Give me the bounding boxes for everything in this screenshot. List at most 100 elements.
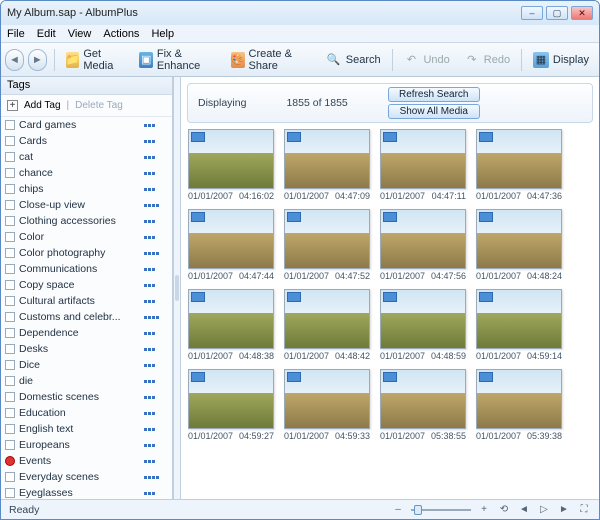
tag-checkbox[interactable] [5,312,15,322]
tag-list[interactable]: Card gamesCardscatchancechipsClose-up vi… [1,117,172,499]
thumbnail-image[interactable] [188,129,274,189]
tag-row[interactable]: Dependence [1,325,172,341]
tag-row[interactable]: Clothing accessories [1,213,172,229]
tag-checkbox[interactable] [5,168,15,178]
redo-button[interactable]: ↷ Redo [458,47,516,73]
fix-enhance-button[interactable]: ▣ Fix & Enhance [133,47,222,73]
tag-row[interactable]: Domestic scenes [1,389,172,405]
thumbnail-image[interactable] [188,369,274,429]
tag-row[interactable]: Card games [1,117,172,133]
tag-checkbox[interactable] [5,488,15,498]
tag-checkbox[interactable] [5,184,15,194]
tag-row[interactable]: Desks [1,341,172,357]
tag-checkbox[interactable] [5,440,15,450]
tag-row[interactable]: Cards [1,133,172,149]
menu-file[interactable]: File [7,28,25,40]
thumbnail-cell[interactable]: 01/01/200704:48:42 [283,289,371,365]
thumbnail-cell[interactable]: 01/01/200704:47:52 [283,209,371,285]
tag-checkbox[interactable] [5,136,15,146]
tag-checkbox[interactable] [5,392,15,402]
tag-row[interactable]: die [1,373,172,389]
thumbnail-cell[interactable]: 01/01/200704:48:24 [475,209,563,285]
sidebar-collapse-handle[interactable] [173,77,181,499]
thumbnail-image[interactable] [476,129,562,189]
thumbnail-image[interactable] [284,129,370,189]
thumbnail-cell[interactable]: 01/01/200704:47:56 [379,209,467,285]
tag-checkbox[interactable] [5,296,15,306]
thumbnail-cell[interactable]: 01/01/200704:47:11 [379,129,467,205]
tag-row[interactable]: Communications [1,261,172,277]
next-icon[interactable]: ► [557,503,571,517]
tag-checkbox[interactable] [5,216,15,226]
tag-row[interactable]: Copy space [1,277,172,293]
tag-checkbox[interactable] [5,280,15,290]
tag-checkbox[interactable] [5,328,15,338]
nav-forward-button[interactable]: ► [28,49,47,71]
tag-checkbox[interactable] [5,152,15,162]
thumbnail-cell[interactable]: 01/01/200704:59:14 [475,289,563,365]
fullscreen-icon[interactable]: ⛶ [577,503,591,517]
thumbnail-cell[interactable]: 01/01/200704:48:38 [187,289,275,365]
thumbnail-cell[interactable]: 01/01/200705:39:38 [475,369,563,445]
thumbnail-image[interactable] [380,369,466,429]
delete-tag-button[interactable]: Delete Tag [75,100,123,111]
tag-row[interactable]: Color photography [1,245,172,261]
tag-checkbox[interactable] [5,344,15,354]
thumbnail-cell[interactable]: 01/01/200705:38:55 [379,369,467,445]
refresh-search-button[interactable]: Refresh Search [388,87,480,102]
tag-row[interactable]: Events [1,453,172,469]
tag-checkbox[interactable] [5,472,15,482]
thumbnail-cell[interactable]: 01/01/200704:16:02 [187,129,275,205]
thumbnail-image[interactable] [380,289,466,349]
undo-button[interactable]: ↶ Undo [397,47,455,73]
close-button[interactable]: ✕ [571,6,593,20]
tag-checkbox[interactable] [5,248,15,258]
thumbnail-cell[interactable]: 01/01/200704:47:44 [187,209,275,285]
thumbnail-image[interactable] [284,289,370,349]
zoom-slider[interactable] [411,509,471,511]
add-tag-button[interactable]: Add Tag [24,100,61,111]
tag-row[interactable]: chance [1,165,172,181]
menu-view[interactable]: View [68,28,92,40]
tag-checkbox[interactable] [5,264,15,274]
tag-checkbox[interactable] [5,120,15,130]
tag-row[interactable]: Everyday scenes [1,469,172,485]
thumbnail-cell[interactable]: 01/01/200704:47:09 [283,129,371,205]
tag-checkbox[interactable] [5,408,15,418]
thumbnail-image[interactable] [476,209,562,269]
thumbnail-cell[interactable]: 01/01/200704:47:36 [475,129,563,205]
tag-row[interactable]: Eyeglasses [1,485,172,499]
show-all-media-button[interactable]: Show All Media [388,104,480,119]
thumbnail-image[interactable] [476,369,562,429]
tag-row[interactable]: Cultural artifacts [1,293,172,309]
display-button[interactable]: ▦ Display [527,47,595,73]
tag-row[interactable]: Education [1,405,172,421]
tag-checkbox[interactable] [5,376,15,386]
menu-actions[interactable]: Actions [103,28,139,40]
rotate-left-icon[interactable]: ⟲ [497,503,511,517]
create-share-button[interactable]: 🎨 Create & Share [225,47,318,73]
prev-icon[interactable]: ◄ [517,503,531,517]
tag-checkbox[interactable] [5,360,15,370]
play-icon[interactable]: ▷ [537,503,551,517]
thumbnail-image[interactable] [380,129,466,189]
thumbnail-cell[interactable]: 01/01/200704:48:59 [379,289,467,365]
minimize-button[interactable]: – [521,6,543,20]
zoom-out-icon[interactable]: – [391,503,405,517]
zoom-in-icon[interactable]: + [477,503,491,517]
search-button[interactable]: 🔍 Search [320,47,387,73]
thumbnail-image[interactable] [284,369,370,429]
tag-checkbox[interactable] [5,456,15,466]
tag-row[interactable]: English text [1,421,172,437]
tag-row[interactable]: chips [1,181,172,197]
nav-back-button[interactable]: ◄ [5,49,24,71]
tag-checkbox[interactable] [5,232,15,242]
thumbnail-image[interactable] [476,289,562,349]
menu-help[interactable]: Help [151,28,174,40]
thumbnail-image[interactable] [188,209,274,269]
tag-row[interactable]: Dice [1,357,172,373]
menu-edit[interactable]: Edit [37,28,56,40]
thumbnail-image[interactable] [380,209,466,269]
get-media-button[interactable]: 📁 Get Media [60,47,132,73]
thumbnail-cell[interactable]: 01/01/200704:59:27 [187,369,275,445]
